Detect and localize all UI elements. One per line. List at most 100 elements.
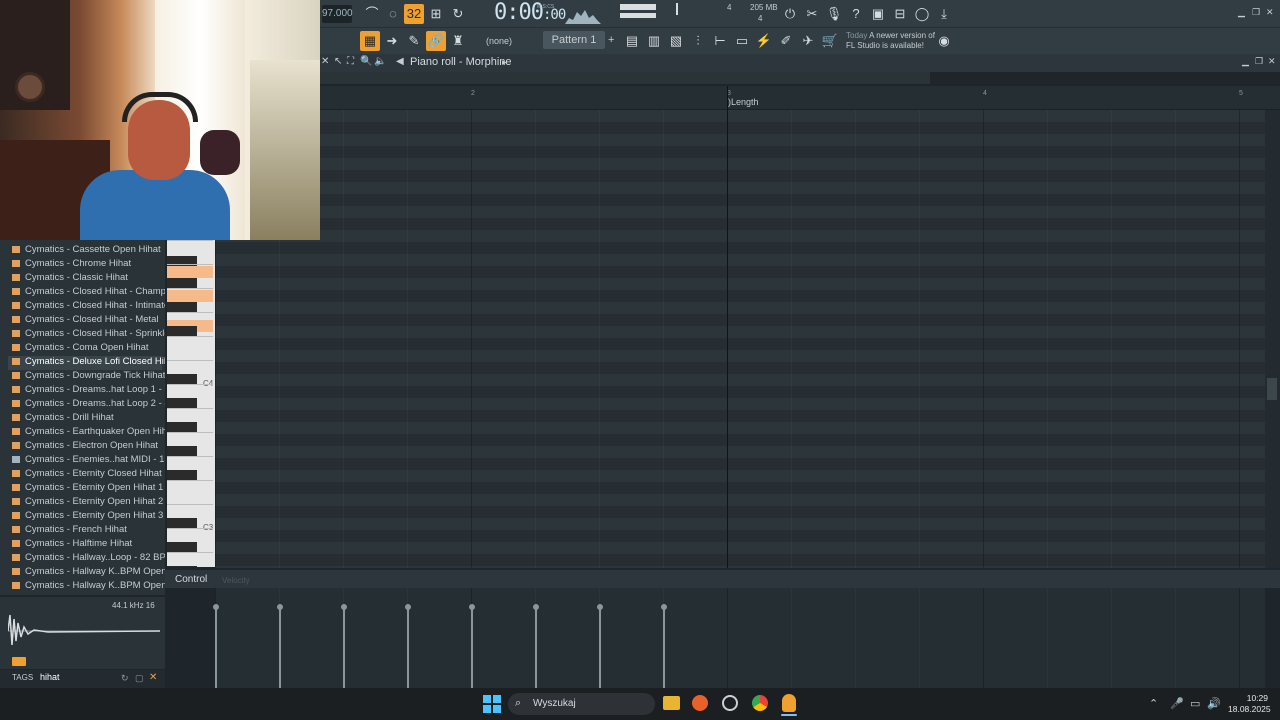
browser-item[interactable]: Cymatics - Hallway..Loop - 82 BPM Hihat [12,552,165,566]
vertical-scrollbar[interactable] [1265,110,1280,568]
timeline-ruler[interactable]: 2 3 4 5 [320,86,1280,110]
loop-record-icon[interactable]: ↻ [448,4,468,24]
minimize-window-icon[interactable]: ▁ [1238,7,1245,18]
settings-app-icon[interactable] [722,695,738,711]
link-icon[interactable]: 🔗 [426,31,446,51]
piano-roll-maximize-icon[interactable]: ❐ [1255,56,1263,67]
mixer-icon[interactable]: ⫶ [688,31,708,51]
news-panel[interactable]: Today A newer version of FL Studio is av… [846,31,936,51]
master-pitch-slider[interactable] [620,13,656,18]
record-wait-icon[interactable]: ◌ [383,4,403,24]
restore-window-icon[interactable]: ❐ [1252,7,1260,18]
online-icon[interactable]: ◉ [934,31,954,51]
velocity-bar[interactable] [533,604,539,688]
browser-item[interactable]: Cymatics - Cassette Open Hihat [12,244,161,258]
download-icon[interactable]: ⤓ [934,4,954,24]
velocity-bar[interactable] [405,604,411,688]
browser-item[interactable]: Cymatics - Halftime Hihat [12,538,132,552]
velocity-bar[interactable] [277,604,283,688]
control-label[interactable]: Control [175,574,207,585]
channel-rack-icon[interactable]: ▧ [666,31,686,51]
chrome-icon[interactable] [752,695,768,711]
tag-menu-icon[interactable]: ▢ [135,673,144,684]
browser-item[interactable]: Cymatics - Closed Hihat - Metal [12,314,159,328]
pattern-selector[interactable]: Pattern 1 [543,31,605,49]
velocity-bar[interactable] [597,604,603,688]
horizontal-scrollbar[interactable] [320,72,930,84]
browser-item[interactable]: Cymatics - Closed Hihat - Champion [12,286,165,300]
black-key[interactable] [167,398,197,408]
browser-item[interactable]: Cymatics - Chrome Hihat [12,258,131,272]
vertical-scrollbar-thumb[interactable] [1267,378,1277,400]
preview-play-icon[interactable] [12,657,26,666]
taskbar-search[interactable] [508,693,655,715]
select-tool-icon[interactable]: ⛶ [347,56,354,67]
blend-notes-icon[interactable]: ⊞ [426,4,446,24]
browser-tree-icon[interactable]: ⊢ [710,31,730,51]
tags-search-input[interactable]: hihat [40,672,60,682]
browser-item[interactable]: Cymatics - Hallway K..BPM Open Hihat 2 [12,580,165,594]
browser-item[interactable]: Cymatics - Downgrade Tick Hihat [12,370,165,384]
black-key[interactable] [167,542,197,552]
metronome-icon[interactable]: ⌒ [362,4,382,24]
length-marker[interactable]: )Length [728,97,759,107]
browser-item[interactable]: Cymatics - Dreams..hat Loop 1 - 78 BPM [12,384,165,398]
browser-item[interactable]: Cymatics - French Hihat [12,524,127,538]
playlist-icon[interactable]: ▤ [622,31,642,51]
playback-tool-icon[interactable]: 🔈 [374,56,386,67]
black-key[interactable] [167,374,197,384]
zoom-tool-icon[interactable]: 🔍 [360,56,372,67]
arrow-icon[interactable]: ➜ [382,31,402,51]
help-icon[interactable]: ? [846,4,866,24]
piano-roll-minimize-icon[interactable]: ▁ [1242,56,1249,67]
draw-tool-icon[interactable]: ↖ [334,56,342,67]
highlighted-key[interactable] [167,290,213,302]
firefox-icon[interactable] [692,695,708,711]
browser-item[interactable]: Cymatics - Eternity Closed Hihat [12,468,162,482]
browser-item[interactable]: Cymatics - Eternity Open Hihat 1 [12,482,163,496]
black-key[interactable] [167,566,197,567]
browser-item[interactable]: Cymatics - Eternity Open Hihat 3 [12,510,163,524]
browser-item[interactable]: Cymatics - Classic Hihat [12,272,128,286]
black-key[interactable] [167,302,197,312]
master-volume-slider[interactable] [620,4,656,10]
browser-item[interactable]: Cymatics - Enemies..hat MIDI - 133 BPM [12,454,165,468]
plugin-picker-icon[interactable]: ▭ [732,31,752,51]
pencil-icon[interactable]: ✎ [404,31,424,51]
black-key[interactable] [167,326,197,336]
black-key[interactable] [167,422,197,432]
clear-tags-icon[interactable]: ✕ [149,672,157,683]
tray-expand-icon[interactable]: ⌃ [1149,697,1158,710]
browser-item[interactable]: Cymatics - Hallway K..BPM Open Hihat 1 [12,566,165,580]
tempo-display[interactable]: 97.000 [322,5,353,23]
piano-roll-view-icon[interactable]: ▦ [360,31,380,51]
piano-roll-close-icon[interactable]: ✕ [1268,56,1276,67]
microphone-icon[interactable]: 🎙 [824,4,844,24]
velocity-bar[interactable] [213,604,219,688]
close-piano-roll-icon[interactable]: ✕ [321,56,329,67]
browser-item[interactable]: Cymatics - Electron Open Hihat [12,440,158,454]
windows-start-icon[interactable] [483,695,501,713]
browser-item[interactable]: Cymatics - Eternity Open Hihat 2 [12,496,163,510]
black-key[interactable] [167,518,197,528]
step-edit-button[interactable]: 32 [404,4,424,24]
highlighted-key[interactable] [167,266,213,278]
browser-item[interactable]: Cymatics - Deluxe Lofi Closed Hihat [8,356,165,370]
browser-item[interactable]: Cymatics - Drill Hihat [12,412,114,426]
tray-microphone-icon[interactable]: 🎤 [1170,697,1184,710]
note-grid[interactable] [215,110,1265,568]
close-window-icon[interactable]: ✕ [1266,7,1274,18]
fl-studio-icon[interactable] [782,694,796,712]
refresh-icon[interactable]: ↻ [121,673,129,684]
tray-display-icon[interactable]: ▭ [1190,697,1200,710]
black-key[interactable] [167,278,197,288]
snap-select[interactable]: (none) [486,36,512,46]
add-pattern-icon[interactable]: + [608,34,614,46]
speaker-icon[interactable]: ◀ [396,56,404,67]
stamp-icon[interactable]: ♜ [448,31,468,51]
velocity-bar[interactable] [469,604,475,688]
step-sequencer-icon[interactable]: ▥ [644,31,664,51]
velocity-bar[interactable] [661,604,667,688]
title-arrow-icon[interactable]: ▸ [502,57,507,68]
save-icon[interactable]: ▣ [868,4,888,24]
